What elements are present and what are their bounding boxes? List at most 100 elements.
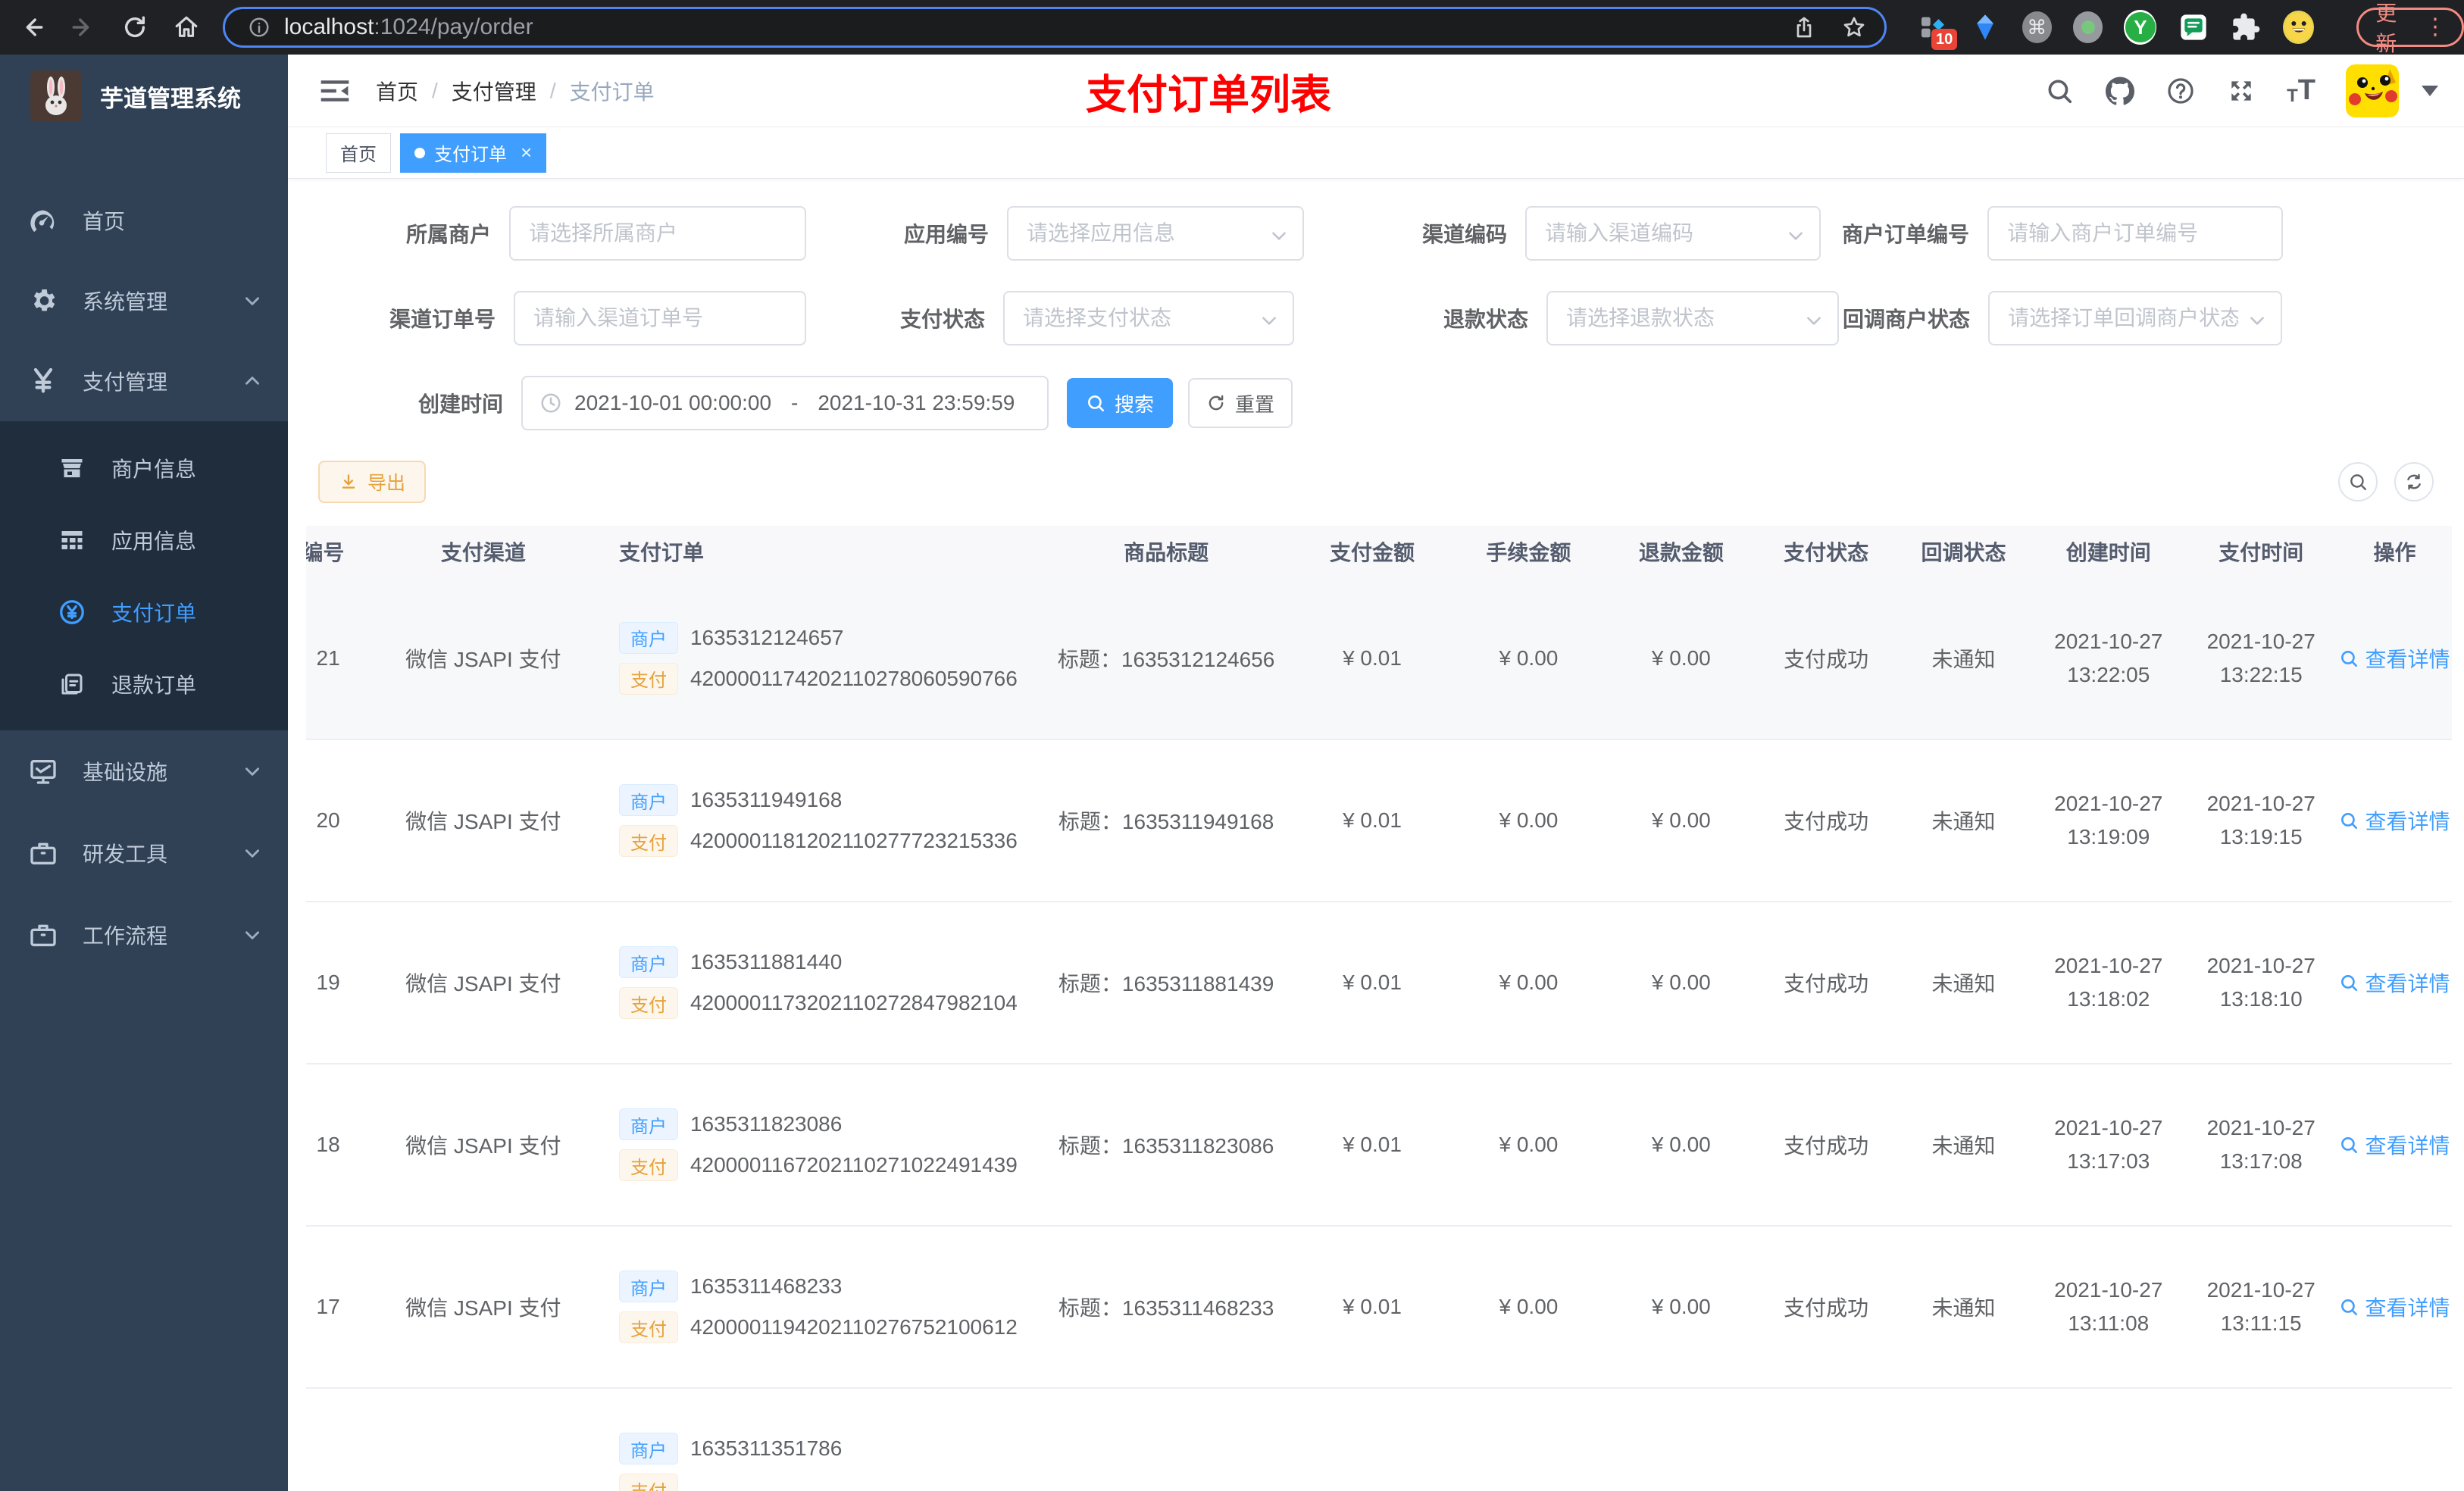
sidebar-item-devtools[interactable]: 研发工具 bbox=[0, 812, 288, 894]
site-info-icon[interactable] bbox=[248, 16, 270, 39]
date-range-picker[interactable]: 2021-10-01 00:00:00 - 2021-10-31 23:59:5… bbox=[521, 376, 1049, 430]
tag-pay-order[interactable]: 支付订单 × bbox=[400, 133, 547, 173]
font-size-icon[interactable]: TT bbox=[2287, 74, 2315, 107]
avatar-caret-icon[interactable] bbox=[2422, 85, 2438, 96]
sidebar-item-infra[interactable]: 基础设施 bbox=[0, 730, 288, 812]
view-detail-link[interactable]: 查看详情 bbox=[2339, 643, 2450, 674]
yen-icon bbox=[33, 367, 53, 393]
cell-pay-order: 商户 1635312124657 支付 42000011742021102780… bbox=[605, 577, 1040, 740]
col-title: 商品标题 bbox=[1040, 526, 1293, 577]
extension-gem-icon[interactable] bbox=[1969, 11, 2000, 44]
tag-close-icon[interactable]: × bbox=[521, 141, 532, 164]
view-detail-link[interactable]: 查看详情 bbox=[2339, 1130, 2450, 1160]
reload-icon bbox=[124, 16, 145, 37]
sidebar-item-refund-order[interactable]: 退款订单 bbox=[0, 648, 288, 720]
browser-reload-button[interactable] bbox=[115, 8, 155, 47]
sidebar-item-label: 商户信息 bbox=[111, 457, 197, 481]
cell-paid: 2021-10-27 13:17:08 bbox=[2184, 1064, 2337, 1227]
sidebar-item-home[interactable]: 首页 bbox=[0, 180, 288, 261]
address-bar[interactable]: localhost:1024/pay/order bbox=[223, 7, 1887, 48]
filter-create-time: 创建时间 2021-10-01 00:00:00 - 2021-10-31 23… bbox=[418, 376, 1049, 430]
merchant-tag: 商户 bbox=[618, 1433, 678, 1464]
browser-back-button[interactable] bbox=[12, 8, 52, 47]
sidebar-logo[interactable]: 芋道管理系统 bbox=[0, 55, 288, 138]
channel-code-input[interactable] bbox=[1527, 208, 1820, 259]
browser-home-button[interactable] bbox=[167, 8, 206, 47]
sidebar-item-pay[interactable]: 支付管理 bbox=[0, 341, 288, 421]
top-navbar: 首页 / 支付管理 / 支付订单 支付订单列表 TT bbox=[288, 55, 2464, 127]
pay-status-select[interactable] bbox=[1005, 292, 1293, 344]
browser-menu-icon[interactable]: ⋮ bbox=[2424, 16, 2447, 39]
sidebar-item-app-info[interactable]: 应用信息 bbox=[0, 504, 288, 576]
chevron-up-icon bbox=[245, 377, 259, 385]
extension-y-icon[interactable]: Y bbox=[2124, 10, 2157, 45]
channel-order-no-input[interactable] bbox=[515, 292, 805, 344]
cell-actions: 查看详情 bbox=[2337, 1388, 2452, 1491]
browser-update-button[interactable]: 更新 ⋮ bbox=[2356, 2, 2464, 55]
col-created: 创建时间 bbox=[2032, 526, 2185, 577]
breadcrumb-home[interactable]: 首页 bbox=[376, 76, 418, 106]
help-icon[interactable] bbox=[2165, 76, 2196, 106]
extension-grid-diamond-icon[interactable]: 10 bbox=[1917, 11, 1958, 50]
arrow-right-icon bbox=[72, 18, 89, 36]
browser-forward-button[interactable] bbox=[64, 8, 103, 47]
sidebar-item-label: 工作流程 bbox=[83, 924, 168, 948]
table-row: 21 微信 JSAPI 支付 商户 1635312124657 支付 42000… bbox=[306, 577, 2452, 740]
share-icon[interactable] bbox=[1792, 15, 1816, 39]
merchant-order-no-input[interactable] bbox=[1989, 208, 2282, 259]
notify-status-select[interactable] bbox=[1990, 292, 2281, 344]
update-label: 更新 bbox=[2375, 2, 2397, 55]
header-search-icon[interactable] bbox=[2044, 76, 2075, 106]
extension-chat-icon[interactable] bbox=[2178, 11, 2209, 44]
cell-status: 支付成功 bbox=[1757, 902, 1895, 1064]
fullscreen-icon[interactable] bbox=[2226, 76, 2256, 106]
refresh-table-button[interactable] bbox=[2394, 462, 2434, 502]
cell-id: 20 bbox=[306, 739, 361, 902]
toggle-search-button[interactable] bbox=[2338, 462, 2378, 502]
refund-status-select[interactable] bbox=[1548, 292, 1838, 344]
github-icon[interactable] bbox=[2105, 76, 2135, 106]
cell-notify: 未通知 bbox=[1894, 577, 2033, 740]
sidebar-item-workflow[interactable]: 工作流程 bbox=[0, 894, 288, 976]
cell-fee bbox=[1452, 1388, 1606, 1491]
documents-icon bbox=[61, 674, 83, 694]
app-select[interactable] bbox=[1008, 208, 1303, 259]
sidebar-item-pay-order[interactable]: 支付订单 bbox=[0, 576, 288, 648]
extensions-puzzle-icon[interactable] bbox=[2231, 11, 2262, 44]
extension-command-icon[interactable]: ⌘ bbox=[2022, 11, 2052, 43]
sidebar-item-label: 系统管理 bbox=[83, 290, 168, 314]
cell-fee: ¥ 0.00 bbox=[1452, 577, 1606, 740]
logo-image bbox=[30, 70, 82, 122]
view-detail-link[interactable]: 查看详情 bbox=[2339, 1292, 2450, 1322]
reset-button[interactable]: 重置 bbox=[1188, 378, 1293, 428]
profile-emoji-icon[interactable] bbox=[2282, 11, 2315, 44]
merchant-tag: 商户 bbox=[618, 946, 678, 978]
sidebar-collapse-icon[interactable] bbox=[318, 74, 352, 108]
filter-channel-order-no: 渠道订单号 bbox=[389, 291, 807, 345]
sidebar-item-label: 应用信息 bbox=[111, 529, 197, 553]
cell-refund: ¥ 0.00 bbox=[1605, 1064, 1758, 1227]
search-button[interactable]: 搜索 bbox=[1067, 378, 1174, 428]
filter-merchant-order-no: 商户订单编号 bbox=[1842, 206, 2284, 261]
cell-pay-order: 商户 1635311881440 支付 42000011732021102728… bbox=[605, 902, 1040, 1064]
cell-notify: 未通知 bbox=[1894, 902, 2033, 1064]
col-refund: 退款金额 bbox=[1605, 526, 1758, 577]
sidebar-item-system[interactable]: 系统管理 bbox=[0, 261, 288, 341]
filter-app: 应用编号 bbox=[904, 206, 1305, 261]
extension-dot-icon[interactable] bbox=[2072, 11, 2103, 43]
export-button[interactable]: 导出 bbox=[318, 461, 426, 503]
sidebar-item-merchant-info[interactable]: 商户信息 bbox=[0, 432, 288, 504]
merchant-tag: 商户 bbox=[618, 1108, 678, 1140]
bookmark-star-icon[interactable] bbox=[1842, 15, 1866, 39]
pay-order-no: 4200001194202110276752100612 bbox=[689, 1315, 1018, 1339]
view-detail-link[interactable]: 查看详情 bbox=[2339, 805, 2450, 836]
breadcrumb-pay[interactable]: 支付管理 bbox=[452, 76, 536, 106]
filter-row-1: 所属商户 应用编号 渠道编码 商户订单编号 bbox=[318, 206, 2434, 261]
merchant-select[interactable] bbox=[511, 208, 805, 259]
view-detail-link[interactable]: 查看详情 bbox=[2339, 967, 2450, 998]
search-icon bbox=[2341, 650, 2358, 667]
tag-home[interactable]: 首页 bbox=[326, 133, 391, 173]
cell-id: 17 bbox=[306, 1226, 361, 1389]
col-status: 支付状态 bbox=[1757, 526, 1895, 577]
user-avatar[interactable] bbox=[2346, 64, 2399, 117]
